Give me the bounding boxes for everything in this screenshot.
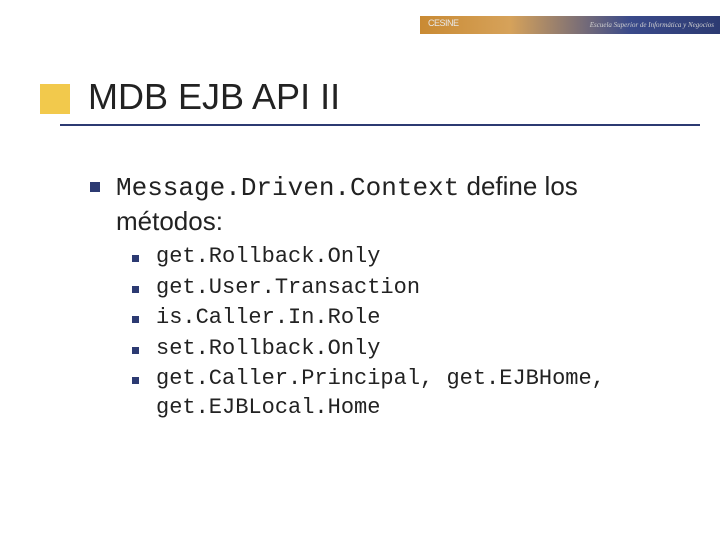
- sub-bullet-text: set.Rollback.Only: [156, 335, 680, 364]
- sub-bullets: get.Rollback.Onlyget.User.Transactionis.…: [132, 243, 680, 423]
- sub-bullet: set.Rollback.Only: [132, 335, 680, 364]
- sub-bullet-text: get.Caller.Principal, get.EJBHome, get.E…: [156, 365, 680, 422]
- square-bullet-icon: [132, 347, 139, 354]
- square-bullet-icon: [132, 255, 139, 262]
- sub-bullet-text: is.Caller.In.Role: [156, 304, 680, 333]
- slide-title: MDB EJB API II: [88, 76, 340, 118]
- square-bullet-icon: [132, 316, 139, 323]
- sub-bullet-text: get.User.Transaction: [156, 274, 680, 303]
- square-bullet-icon: [90, 182, 100, 192]
- title-underline: [60, 124, 700, 126]
- sub-bullet: get.Rollback.Only: [132, 243, 680, 272]
- sub-bullet: is.Caller.In.Role: [132, 304, 680, 333]
- square-bullet-icon: [132, 377, 139, 384]
- sub-bullet-text: get.Rollback.Only: [156, 243, 680, 272]
- banner-tagline: Escuela Superior de Informática y Negoci…: [590, 21, 714, 29]
- content-area: Message.Driven.Context define los método…: [90, 170, 680, 453]
- sub-bullet: get.Caller.Principal, get.EJBHome, get.E…: [132, 365, 680, 422]
- level1-text: Message.Driven.Context define los método…: [116, 170, 680, 237]
- square-bullet-icon: [132, 286, 139, 293]
- bullet-level1: Message.Driven.Context define los método…: [90, 170, 680, 423]
- title-bullet-square: [40, 84, 70, 114]
- banner-logo: CESINE: [428, 18, 459, 28]
- top-banner: CESINE Escuela Superior de Informática y…: [420, 16, 720, 34]
- sub-bullet: get.User.Transaction: [132, 274, 680, 303]
- code-text: Message.Driven.Context: [116, 173, 459, 203]
